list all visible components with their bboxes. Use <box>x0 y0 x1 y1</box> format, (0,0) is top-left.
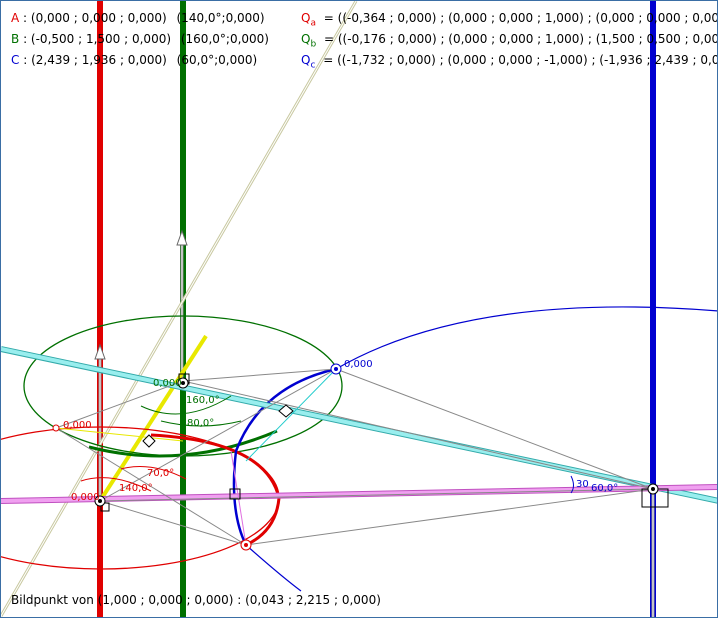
point-c-row: C : (2,439 ; 1,936 ; 0,000) (60,0°;0,000… <box>11 53 257 67</box>
point-a-name: A <box>11 11 20 25</box>
point-a-row: A : (0,000 ; 0,000 ; 0,000) (140,0°;0,00… <box>11 11 265 25</box>
point-b-row: B : (-0,500 ; 1,500 ; 0,000) (160,0°;0,0… <box>11 32 269 46</box>
label-angle-160: 160,0° <box>186 395 220 406</box>
point-b-angles: (160,0°;0,000) <box>180 32 269 46</box>
label-zero-red-a: 0,000 <box>71 492 100 503</box>
point-a-coords: : (0,000 ; 0,000 ; 0,000) <box>23 11 167 25</box>
point-marker-c[interactable] <box>647 483 659 495</box>
q-a-value: = ((-0,364 ; 0,000) ; (0,000 ; 0,000 ; 1… <box>323 11 718 25</box>
point-c-angles: (60,0°;0,000) <box>176 53 258 67</box>
q-a-row: Qa = ((-0,364 ; 0,000) ; (0,000 ; 0,000 … <box>301 11 718 29</box>
label-angle-140: 140,0° <box>119 483 153 494</box>
geometry-canvas[interactable]: A : (0,000 ; 0,000 ; 0,000) (140,0°;0,00… <box>0 0 718 618</box>
q-b-label: Qb <box>301 32 317 50</box>
point-marker-red[interactable] <box>240 539 252 551</box>
label-angle-70: 70,0° <box>147 468 175 479</box>
ellipse-blue-large[interactable] <box>335 306 718 370</box>
label-zero-blue: 0,000 <box>344 359 373 370</box>
status-footer: Bildpunkt von (1,000 ; 0,000 ; 0,000) : … <box>11 593 381 607</box>
point-b-coords: : (-0,500 ; 1,500 ; 0,000) <box>23 32 172 46</box>
point-a-angles: (140,0°;0,000) <box>176 11 265 25</box>
q-c-value: = ((-1,732 ; 0,000) ; (0,000 ; 0,000 ; -… <box>323 53 718 67</box>
label-zero-red: 0,000 <box>63 420 92 431</box>
label-angle-60: 60,0° <box>591 483 619 494</box>
point-marker-red-small[interactable] <box>52 424 60 432</box>
q-c-row: Qc = ((-1,732 ; 0,000) ; (0,000 ; 0,000 … <box>301 53 718 71</box>
label-zero-green: 0,000 <box>153 378 182 389</box>
construction-drawing[interactable] <box>1 1 718 618</box>
point-c-name: C <box>11 53 20 67</box>
label-angle-30: 30 <box>576 479 589 490</box>
q-b-value: = ((-0,176 ; 0,000) ; (0,000 ; 0,000 ; 1… <box>324 32 718 46</box>
q-c-label: Qc <box>301 53 316 71</box>
point-b-name: B <box>11 32 20 46</box>
point-c-coords: : (2,439 ; 1,936 ; 0,000) <box>23 53 167 67</box>
arrowhead-a <box>94 343 106 360</box>
q-b-row: Qb = ((-0,176 ; 0,000) ; (0,000 ; 0,000 … <box>301 32 718 50</box>
ellipse-blue-lower[interactable] <box>245 544 302 592</box>
q-a-label: Qa <box>301 11 316 29</box>
point-marker-blue[interactable] <box>330 363 342 375</box>
label-angle-80: 80,0° <box>187 418 215 429</box>
